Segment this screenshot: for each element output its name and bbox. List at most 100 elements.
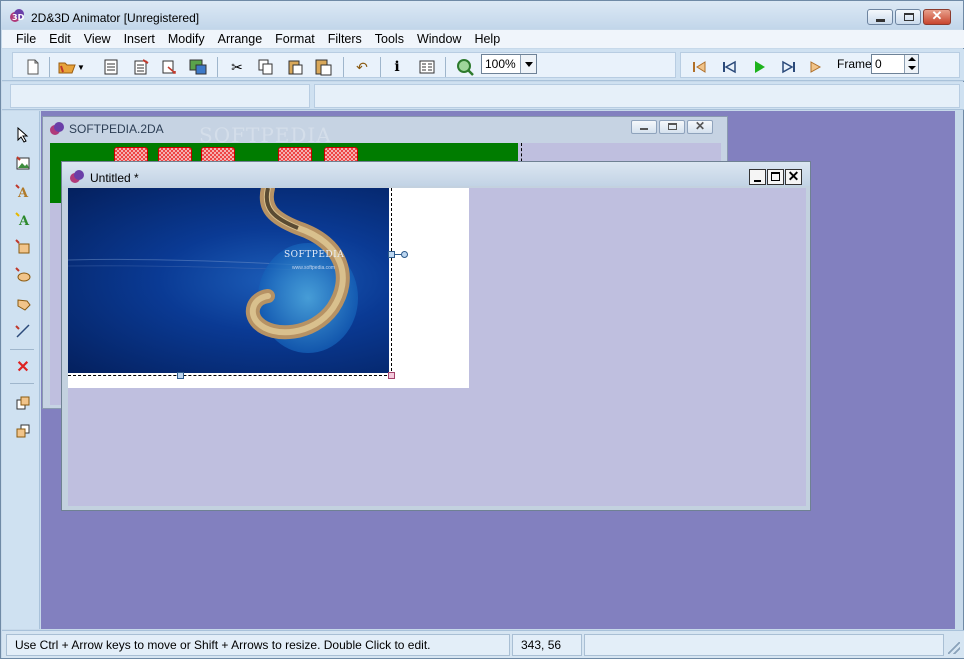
svg-text:A: A <box>18 214 30 227</box>
resize-grip-icon[interactable] <box>948 642 960 654</box>
select-tool[interactable] <box>13 125 33 145</box>
delete-tool[interactable]: ✕ <box>13 357 33 377</box>
send-backward-tool[interactable] <box>13 421 33 441</box>
save-as-icon <box>134 59 149 75</box>
menu-edit[interactable]: Edit <box>43 32 78 46</box>
frame-label: Frame: <box>837 57 876 71</box>
undo-button[interactable]: ↶ <box>352 57 372 77</box>
3d-text-tool[interactable]: A <box>13 209 33 229</box>
status-coords-text: 343, 56 <box>521 638 562 652</box>
menu-help[interactable]: Help <box>468 32 507 46</box>
paste-special-button[interactable] <box>313 57 333 77</box>
pointer-icon <box>17 127 29 143</box>
picture-icon <box>16 156 30 170</box>
save-button[interactable] <box>101 57 121 77</box>
menu-arrange[interactable]: Arrange <box>212 32 269 46</box>
last-frame-button[interactable] <box>779 57 799 77</box>
document-maximize-button[interactable] <box>767 169 784 185</box>
bring-forward-tool[interactable] <box>13 393 33 413</box>
first-frame-button[interactable] <box>719 57 739 77</box>
cut-button[interactable]: ✂ <box>227 57 247 77</box>
menu-format[interactable]: Format <box>269 32 322 46</box>
image-tool[interactable] <box>13 153 33 173</box>
document-minimize-button[interactable] <box>749 169 766 185</box>
copy-button[interactable] <box>256 57 276 77</box>
zoom-button[interactable] <box>455 57 475 77</box>
document-window-untitled[interactable]: Untitled * ✕ SOFTPEDIA www.softpedia.com <box>61 161 811 511</box>
export-button[interactable] <box>159 57 179 77</box>
import-image-button[interactable] <box>188 57 208 77</box>
step-back-icon <box>693 61 706 73</box>
format-panel-left <box>10 84 310 108</box>
toolstrip-separator <box>10 383 34 384</box>
document-maximize-button[interactable] <box>659 120 685 134</box>
resize-handle-bottom[interactable] <box>177 372 184 379</box>
open-dropdown-button[interactable]: ▼ <box>75 57 87 77</box>
properties-button[interactable] <box>417 57 437 77</box>
info-button[interactable]: i <box>387 57 407 77</box>
title-bar[interactable]: 3D 2D&3D Animator [Unregistered] ✕ <box>1 1 963 29</box>
toolbar-separator <box>217 57 218 77</box>
document-close-button[interactable]: ✕ <box>687 119 713 134</box>
copy-icon <box>258 59 273 75</box>
play-button[interactable] <box>749 57 769 77</box>
undo-icon: ↶ <box>356 58 368 75</box>
menu-filters[interactable]: Filters <box>322 32 369 46</box>
text-tool[interactable]: A <box>13 181 33 201</box>
toolstrip-separator <box>10 349 34 350</box>
document-controls: ✕ <box>631 119 713 134</box>
menu-view[interactable]: View <box>78 32 118 46</box>
minimize-button[interactable] <box>867 9 893 25</box>
menu-modify[interactable]: Modify <box>162 32 212 46</box>
island-photo <box>68 188 358 353</box>
zoom-select[interactable]: 100% <box>481 54 537 74</box>
scissors-icon: ✂ <box>231 58 243 75</box>
svg-text:3D: 3D <box>12 13 25 22</box>
line-tool[interactable] <box>13 321 33 341</box>
previous-frame-button[interactable] <box>689 57 709 77</box>
document-title-bar[interactable]: SOFTPEDIA.2DA ✕ <box>43 117 727 141</box>
app-window: 3D 2D&3D Animator [Unregistered] ✕ File … <box>0 0 964 659</box>
app-logo-icon: 3D <box>10 9 25 22</box>
open-button[interactable] <box>57 57 77 77</box>
document-close-button[interactable]: ✕ <box>785 168 802 185</box>
paste-button[interactable] <box>285 57 305 77</box>
rectangle-icon <box>15 239 30 254</box>
paste-icon <box>288 60 303 75</box>
rewind-icon <box>723 60 736 74</box>
window-controls: ✕ <box>867 8 951 25</box>
maximize-icon <box>668 123 677 130</box>
ellipse-tool[interactable] <box>13 265 33 285</box>
document-title-bar[interactable]: Untitled * ✕ <box>62 162 810 186</box>
menu-insert[interactable]: Insert <box>118 32 162 46</box>
frame-input[interactable]: 0 <box>871 54 919 74</box>
document-canvas[interactable]: SOFTPEDIA www.softpedia.com <box>68 188 806 506</box>
document-minimize-button[interactable] <box>631 120 657 134</box>
frame-spinner[interactable] <box>904 55 918 73</box>
document-icon <box>70 170 84 183</box>
resize-handle-corner[interactable] <box>388 372 395 379</box>
chevron-down-icon[interactable] <box>520 55 536 73</box>
menu-file[interactable]: File <box>10 32 43 46</box>
close-icon: ✕ <box>694 119 706 133</box>
close-icon: ✕ <box>787 168 800 184</box>
new-button[interactable] <box>23 57 43 77</box>
maximize-button[interactable] <box>895 9 921 25</box>
menu-window[interactable]: Window <box>411 32 468 46</box>
selection-border-right <box>391 188 392 376</box>
close-button[interactable]: ✕ <box>923 8 951 25</box>
selected-image[interactable]: SOFTPEDIA www.softpedia.com <box>68 188 389 373</box>
polygon-tool[interactable] <box>13 293 33 313</box>
window-title: 2D&3D Animator [Unregistered] <box>31 11 200 25</box>
rotate-handle[interactable] <box>401 251 408 258</box>
toolbar-separator <box>380 57 381 77</box>
properties-icon <box>419 60 435 74</box>
resize-handle-right[interactable] <box>388 251 395 258</box>
stage[interactable]: SOFTPEDIA www.softpedia.com <box>68 188 469 388</box>
save-as-button[interactable] <box>131 57 151 77</box>
next-frame-button[interactable] <box>807 57 827 77</box>
toolbar-separator <box>49 57 50 77</box>
menu-tools[interactable]: Tools <box>369 32 411 46</box>
send-backward-icon <box>16 424 30 438</box>
rectangle-tool[interactable] <box>13 237 33 257</box>
